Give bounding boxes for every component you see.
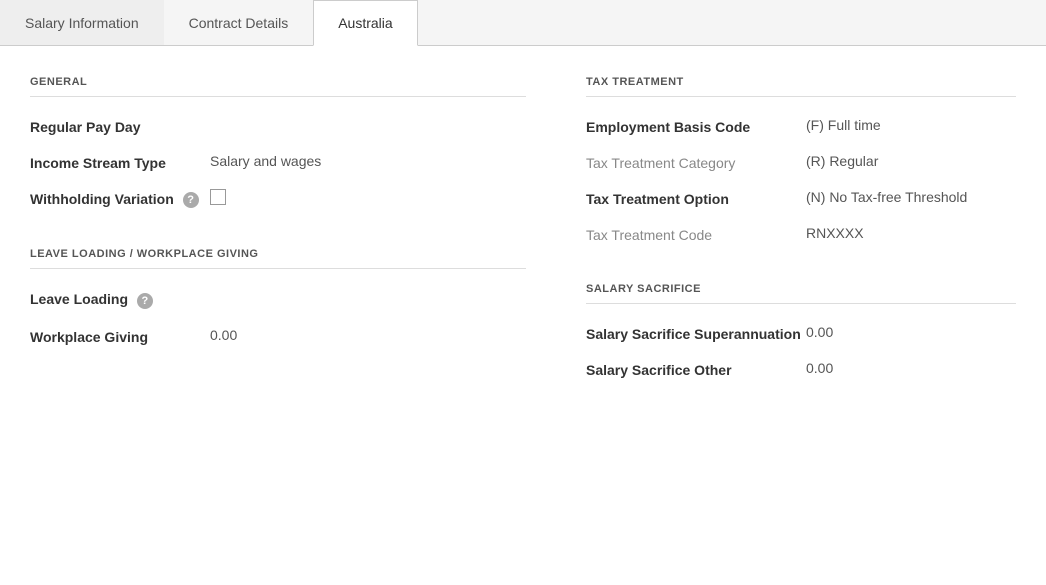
field-row-income-stream-type: Income Stream Type Salary and wages	[30, 153, 526, 171]
value-salary-sacrifice-super: 0.00	[806, 324, 833, 340]
tab-australia[interactable]: Australia	[313, 0, 417, 46]
value-tax-treatment-code: RNXXXX	[806, 225, 864, 241]
value-workplace-giving: 0.00	[210, 327, 237, 343]
general-section-title: GENERAL	[30, 76, 526, 97]
label-salary-sacrifice-other: Salary Sacrifice Other	[586, 360, 806, 378]
value-withholding-variation	[210, 189, 226, 208]
label-employment-basis-code: Employment Basis Code	[586, 117, 806, 135]
field-row-tax-treatment-code: Tax Treatment Code RNXXXX	[586, 225, 1016, 243]
tab-contract-details[interactable]: Contract Details	[164, 0, 314, 45]
label-tax-treatment-option: Tax Treatment Option	[586, 189, 806, 207]
label-tax-treatment-code: Tax Treatment Code	[586, 225, 806, 243]
field-row-salary-sacrifice-super: Salary Sacrifice Superannuation 0.00	[586, 324, 1016, 342]
salary-sacrifice-section-title: SALARY SACRIFICE	[586, 283, 1016, 304]
value-employment-basis-code: (F) Full time	[806, 117, 881, 133]
label-workplace-giving: Workplace Giving	[30, 327, 210, 345]
field-row-tax-treatment-category: Tax Treatment Category (R) Regular	[586, 153, 1016, 171]
main-content: GENERAL Regular Pay Day Income Stream Ty…	[0, 46, 1046, 416]
leave-section-title: LEAVE LOADING / WORKPLACE GIVING	[30, 248, 526, 269]
field-row-regular-pay-day: Regular Pay Day	[30, 117, 526, 135]
salary-sacrifice-gap: SALARY SACRIFICE Salary Sacrifice Supera…	[586, 283, 1016, 378]
label-withholding-variation: Withholding Variation ?	[30, 189, 210, 208]
withholding-variation-help-icon[interactable]: ?	[183, 192, 199, 208]
label-income-stream-type: Income Stream Type	[30, 153, 210, 171]
field-row-leave-loading: Leave Loading ?	[30, 289, 526, 308]
label-leave-loading: Leave Loading ?	[30, 289, 210, 308]
field-row-salary-sacrifice-other: Salary Sacrifice Other 0.00	[586, 360, 1016, 378]
leave-loading-help-icon[interactable]: ?	[137, 293, 153, 309]
withholding-variation-checkbox[interactable]	[210, 189, 226, 205]
label-tax-treatment-category: Tax Treatment Category	[586, 153, 806, 171]
tab-salary-information[interactable]: Salary Information	[0, 0, 164, 45]
value-tax-treatment-option: (N) No Tax-free Threshold	[806, 189, 967, 205]
value-income-stream-type: Salary and wages	[210, 153, 321, 169]
value-tax-treatment-category: (R) Regular	[806, 153, 878, 169]
tax-treatment-section-title: TAX TREATMENT	[586, 76, 1016, 97]
field-row-employment-basis-code: Employment Basis Code (F) Full time	[586, 117, 1016, 135]
tab-bar: Salary Information Contract Details Aust…	[0, 0, 1046, 46]
right-panel: TAX TREATMENT Employment Basis Code (F) …	[586, 76, 1016, 396]
field-row-workplace-giving: Workplace Giving 0.00	[30, 327, 526, 345]
field-row-withholding-variation: Withholding Variation ?	[30, 189, 526, 208]
left-panel: GENERAL Regular Pay Day Income Stream Ty…	[30, 76, 526, 396]
field-row-tax-treatment-option: Tax Treatment Option (N) No Tax-free Thr…	[586, 189, 1016, 207]
value-salary-sacrifice-other: 0.00	[806, 360, 833, 376]
label-salary-sacrifice-super: Salary Sacrifice Superannuation	[586, 324, 806, 342]
leave-section-gap: LEAVE LOADING / WORKPLACE GIVING Leave L…	[30, 248, 526, 344]
label-regular-pay-day: Regular Pay Day	[30, 117, 210, 135]
